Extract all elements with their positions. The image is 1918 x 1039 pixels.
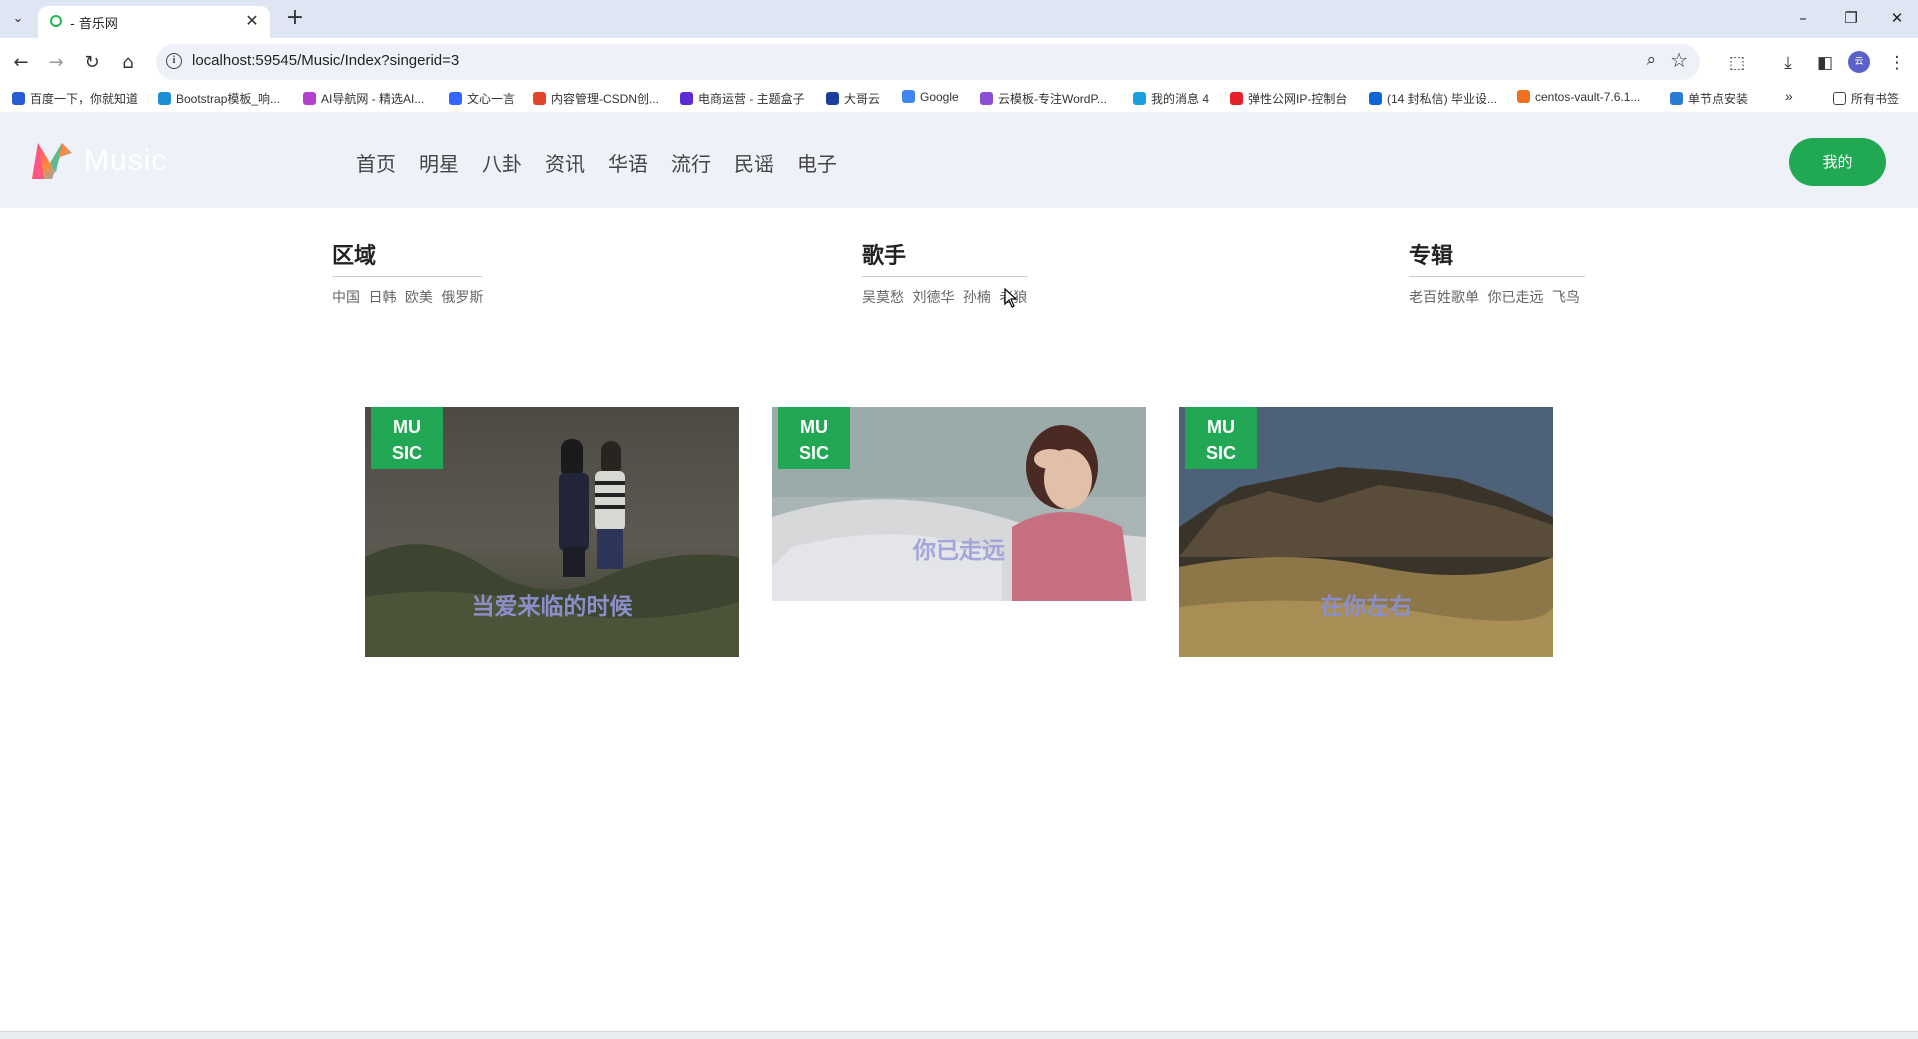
reload-icon[interactable]: ↻	[79, 50, 105, 76]
bookmark-favicon-icon	[1517, 90, 1530, 103]
filter-list: 中国 日韩 欧美 俄罗斯	[332, 287, 487, 307]
menu-kebab-icon[interactable]: ⋮	[1884, 50, 1910, 76]
bookmark-item[interactable]: 弹性公网IP-控制台	[1230, 90, 1347, 107]
bookmark-favicon-icon	[449, 92, 462, 105]
filter-option[interactable]: 俄罗斯	[441, 290, 483, 306]
bookmark-item[interactable]: 我的消息 4	[1133, 90, 1209, 107]
filter-list: 老百姓歌单 你已走远 飞鸟	[1409, 287, 1585, 307]
bookmark-item[interactable]: AI导航网 - 精选AI...	[303, 90, 424, 107]
filter-option[interactable]: 吴莫愁	[862, 290, 904, 306]
bookmark-item[interactable]: 云模板-专注WordP...	[980, 90, 1107, 107]
filter-option[interactable]: 老百姓歌单	[1409, 290, 1479, 306]
nav-item-home[interactable]: 首页	[356, 148, 396, 177]
song-card[interactable]: MU SIC 在你左右	[1179, 407, 1553, 657]
bookmark-item[interactable]: 电商运营 - 主题盒子	[680, 90, 805, 107]
bookmark-favicon-icon	[12, 92, 25, 105]
bookmarks-bar: 百度一下，你就知道 Bootstrap模板_响... AI导航网 - 精选AI.…	[0, 86, 1918, 113]
bookmark-item[interactable]: 内容管理-CSDN创...	[533, 90, 659, 107]
bookmark-favicon-icon	[980, 92, 993, 105]
nav-item-electronic[interactable]: 电子	[797, 148, 837, 177]
filter-option[interactable]: 孙楠	[963, 290, 991, 306]
bookmark-item[interactable]: 大哥云	[826, 90, 880, 107]
song-title[interactable]: 当爱来临的时候	[365, 587, 739, 621]
new-tab-plus-icon[interactable]: +	[282, 6, 308, 32]
filter-title: 专辑	[1409, 238, 1585, 277]
music-badge: MU SIC	[778, 407, 850, 469]
zoom-icon[interactable]: ⌕	[1646, 50, 1656, 70]
song-title[interactable]: 在你左右	[1179, 587, 1553, 621]
bookmark-item[interactable]: Google	[902, 90, 959, 104]
more-bookmarks-chevron-icon[interactable]: »	[1785, 88, 1793, 104]
nav-item-chinese[interactable]: 华语	[608, 148, 648, 177]
bookmark-favicon-icon	[826, 92, 839, 105]
filter-title: 区域	[332, 238, 482, 277]
region-filter: 区域 中国 日韩 欧美 俄罗斯	[332, 238, 487, 307]
bookmark-favicon-icon	[158, 92, 171, 105]
url-text[interactable]: localhost:59545/Music/Index?singerid=3	[192, 52, 459, 69]
extensions-icon[interactable]: ⬚	[1724, 50, 1750, 76]
back-arrow-icon[interactable]: ←	[8, 50, 34, 76]
all-bookmarks-folder[interactable]: 所有书签	[1833, 90, 1899, 107]
bookmark-favicon-icon	[902, 90, 915, 103]
home-icon[interactable]: ⌂	[115, 50, 141, 76]
tab-title: - 音乐网	[70, 17, 118, 32]
bookmark-item[interactable]: centos-vault-7.6.1...	[1517, 90, 1640, 104]
bookmark-favicon-icon	[1230, 92, 1243, 105]
bookmark-item[interactable]: (14 封私信) 毕业设...	[1369, 90, 1497, 107]
bookmark-item[interactable]: 百度一下，你就知道	[12, 90, 138, 107]
music-logo-icon[interactable]	[30, 139, 74, 183]
profile-avatar[interactable]: 云	[1848, 51, 1870, 73]
bookmark-item[interactable]: Bootstrap模板_响...	[158, 90, 280, 107]
logo-text[interactable]: Music	[84, 144, 167, 178]
main-nav: 首页 明星 八卦 资讯 华语 流行 民谣 电子	[356, 148, 860, 177]
nav-item-stars[interactable]: 明星	[419, 148, 459, 177]
bookmark-favicon-icon	[303, 92, 316, 105]
site-info-icon[interactable]: i	[166, 53, 182, 69]
filter-option[interactable]: 日韩	[368, 290, 396, 306]
browser-toolbar: ← → ↻ ⌂ i localhost:59545/Music/Index?si…	[0, 38, 1918, 86]
song-title[interactable]: 你已走远	[772, 531, 1146, 565]
site-favicon-icon	[50, 15, 62, 27]
music-badge: MU SIC	[371, 407, 443, 469]
filter-option[interactable]: 中国	[332, 290, 360, 306]
nav-item-gossip[interactable]: 八卦	[482, 148, 522, 177]
album-filter: 专辑 老百姓歌单 你已走远 飞鸟	[1409, 238, 1585, 307]
nav-item-pop[interactable]: 流行	[671, 148, 711, 177]
forward-arrow-icon[interactable]: →	[43, 50, 69, 76]
restore-icon[interactable]: ❐	[1836, 6, 1866, 30]
filter-option[interactable]: 刘德华	[912, 290, 954, 306]
bookmark-favicon-icon	[680, 92, 693, 105]
browser-tab-strip: ⌄ - 音乐网 ✕ + – ❐ ✕	[0, 0, 1918, 38]
mouse-cursor-icon	[1004, 288, 1018, 308]
download-icon[interactable]: ⤓	[1775, 50, 1801, 76]
song-card[interactable]: MU SIC 当爱来临的时候	[365, 407, 739, 657]
browser-tab[interactable]: - 音乐网 ✕	[38, 6, 270, 38]
side-panel-icon[interactable]: ◧	[1812, 50, 1838, 76]
bookmark-favicon-icon	[1369, 92, 1382, 105]
filter-option[interactable]: 飞鸟	[1552, 290, 1580, 306]
my-account-button[interactable]: 我的	[1789, 138, 1886, 186]
bookmark-star-icon[interactable]: ☆	[1670, 48, 1688, 72]
nav-item-folk[interactable]: 民谣	[734, 148, 774, 177]
window-close-icon[interactable]: ✕	[1882, 6, 1912, 30]
tab-search-chevron-icon[interactable]: ⌄	[6, 8, 30, 30]
folder-icon	[1833, 92, 1846, 105]
minimize-icon[interactable]: –	[1788, 6, 1818, 30]
song-card[interactable]: MU SIC 你已走远	[772, 407, 1146, 601]
tab-close-icon[interactable]: ✕	[242, 11, 262, 31]
nav-item-news[interactable]: 资讯	[545, 148, 585, 177]
site-header: Music 首页 明星 八卦 资讯 华语 流行 民谣 电子 我的	[0, 112, 1918, 208]
music-badge: MU SIC	[1185, 407, 1257, 469]
bookmark-favicon-icon	[1133, 92, 1146, 105]
bookmark-favicon-icon	[1670, 92, 1683, 105]
address-bar[interactable]: i localhost:59545/Music/Index?singerid=3…	[156, 44, 1700, 80]
bookmark-favicon-icon	[533, 92, 546, 105]
bookmark-item[interactable]: 单节点安装	[1670, 90, 1748, 107]
bookmark-item[interactable]: 文心一言	[449, 90, 515, 107]
filter-option[interactable]: 欧美	[405, 290, 433, 306]
filter-title: 歌手	[862, 238, 1028, 277]
filter-option[interactable]: 你已走远	[1487, 290, 1543, 306]
